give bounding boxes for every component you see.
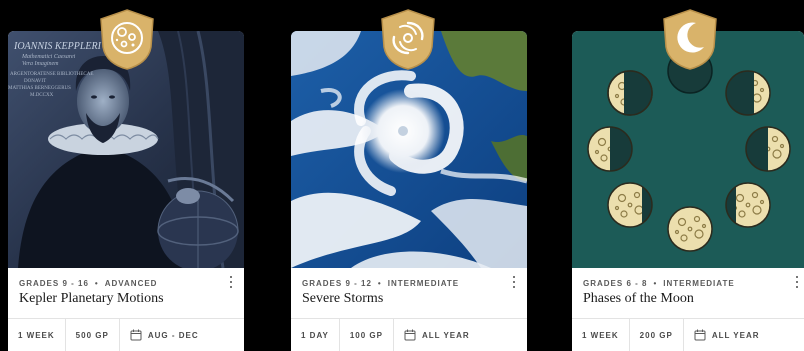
more-options-icon[interactable] xyxy=(226,275,236,289)
calendar-icon xyxy=(130,329,142,341)
portrait-caption-5: DONAVIT xyxy=(24,79,46,84)
meta-separator: • xyxy=(653,279,658,288)
duration-label: 1 DAY xyxy=(291,319,340,351)
portrait-caption-3: Vera Imaginem xyxy=(22,61,59,67)
level-label: INTERMEDIATE xyxy=(663,279,735,288)
duration-label: 1 WEEK xyxy=(572,319,630,351)
course-card-phases-of-the-moon[interactable]: GRADES 6 - 8 • INTERMEDIATE Phases of the … xyxy=(572,9,804,351)
season-cell: AUG - DEC xyxy=(120,319,209,351)
grades-label: GRADES 9 - 16 xyxy=(19,279,89,288)
portrait-caption-4: ARGENTORATENSE BIBLIOTHECAE xyxy=(10,72,93,77)
meta-separator: • xyxy=(377,279,382,288)
season-label: AUG - DEC xyxy=(147,330,199,340)
course-meta: GRADES 9 - 16 • ADVANCED xyxy=(19,279,157,288)
course-footer: 1 DAY 100 GP ALL YEAR xyxy=(291,318,527,351)
course-title[interactable]: Phases of the Moon xyxy=(583,291,694,307)
portrait-caption-7: M.DCCXX xyxy=(30,93,54,98)
grades-label: GRADES 9 - 12 xyxy=(302,279,372,288)
calendar-icon xyxy=(404,329,416,341)
crescent-moon-badge-icon xyxy=(658,7,722,71)
storm-badge-icon xyxy=(376,7,440,71)
course-card-kepler[interactable]: IOANNIS KEPPLERI Mathematici Caesarei Ve… xyxy=(8,9,244,351)
course-meta: GRADES 9 - 12 • INTERMEDIATE xyxy=(302,279,459,288)
points-label: 500 GP xyxy=(66,319,120,351)
level-label: INTERMEDIATE xyxy=(387,279,460,288)
course-title[interactable]: Severe Storms xyxy=(302,291,383,307)
season-cell: ALL YEAR xyxy=(394,319,480,351)
portrait-caption-2: Mathematici Caesarei xyxy=(21,54,76,60)
course-meta: GRADES 6 - 8 • INTERMEDIATE xyxy=(583,279,735,288)
meta-separator: • xyxy=(94,279,99,288)
more-options-icon[interactable] xyxy=(509,275,519,289)
duration-label: 1 WEEK xyxy=(8,319,66,351)
level-label: ADVANCED xyxy=(104,279,158,288)
more-options-icon[interactable] xyxy=(792,275,802,289)
course-title[interactable]: Kepler Planetary Motions xyxy=(19,291,164,307)
points-label: 100 GP xyxy=(340,319,394,351)
season-cell: ALL YEAR xyxy=(684,319,770,351)
portrait-caption-6: MATTHIAS BERNEGGERUS xyxy=(8,86,71,91)
calendar-icon xyxy=(694,329,706,341)
portrait-caption-1: IOANNIS KEPPLERI xyxy=(13,41,102,52)
season-label: ALL YEAR xyxy=(421,330,470,340)
course-footer: 1 WEEK 200 GP ALL YEAR xyxy=(572,318,804,351)
course-card-severe-storms[interactable]: GRADES 9 - 12 • INTERMEDIATE Severe Storms… xyxy=(291,9,527,351)
points-label: 200 GP xyxy=(630,319,684,351)
planets-badge-icon xyxy=(95,7,159,71)
course-footer: 1 WEEK 500 GP AUG - DEC xyxy=(8,318,244,351)
season-label: ALL YEAR xyxy=(711,330,760,340)
grades-label: GRADES 6 - 8 xyxy=(583,279,648,288)
